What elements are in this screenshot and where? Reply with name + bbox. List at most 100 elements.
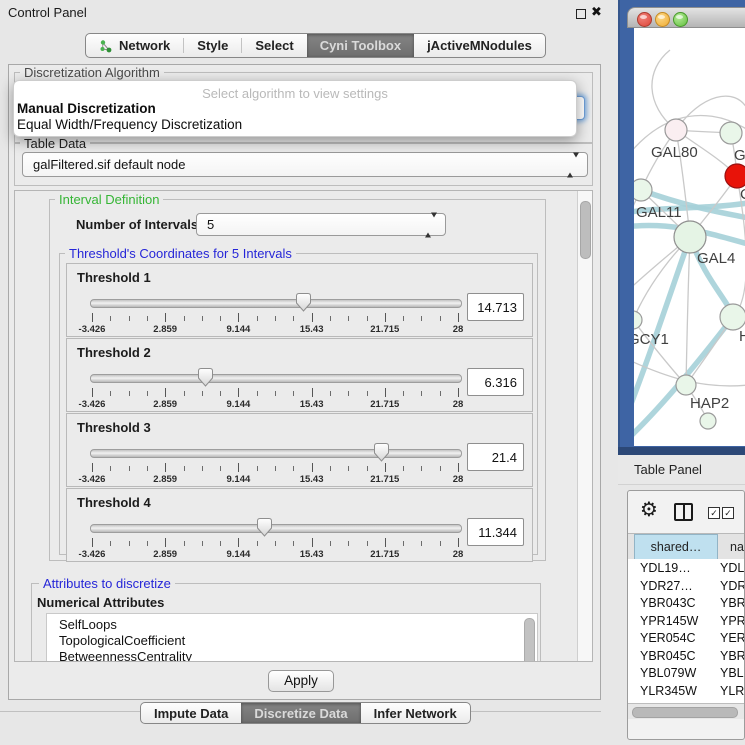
slider-thumb[interactable]: [257, 518, 272, 537]
popup-item-manual-discretization[interactable]: Manual Discretization: [17, 101, 576, 117]
column-header-shared-name[interactable]: shared…: [634, 534, 718, 560]
tab-label: Cyni Toolbox: [320, 38, 401, 53]
slider-track[interactable]: [90, 449, 462, 458]
tick-mark: [421, 466, 422, 471]
slider-track[interactable]: [90, 524, 462, 533]
slider-track[interactable]: [90, 374, 462, 383]
network-node[interactable]: [720, 304, 745, 330]
scrollbar-thumb[interactable]: [580, 201, 591, 259]
vertical-scrollbar[interactable]: [577, 191, 592, 661]
tick-mark: [403, 466, 404, 471]
column-header-name[interactable]: na: [718, 534, 745, 560]
network-node[interactable]: [700, 413, 716, 429]
stepper-icon[interactable]: [425, 217, 437, 232]
tick-mark: [330, 391, 331, 396]
tab-label: Impute Data: [154, 706, 228, 721]
threshold-value-input[interactable]: [467, 443, 524, 471]
close-icon[interactable]: ✖: [591, 4, 602, 20]
slider-thumb[interactable]: [374, 443, 389, 462]
tab-cyni-toolbox[interactable]: Cyni Toolbox: [307, 34, 414, 57]
threshold-slider[interactable]: -3.4262.8599.14415.4321.71528: [90, 444, 460, 484]
popup-item-equal-width-frequency[interactable]: Equal Width/Frequency Discretization: [17, 117, 576, 133]
network-canvas[interactable]: GAL80GACGAL11GAL4GCY1HHAP2: [634, 28, 745, 446]
horizontal-scrollbar[interactable]: [628, 703, 745, 719]
network-edge[interactable]: [686, 237, 690, 385]
tab-style[interactable]: Style: [184, 34, 241, 57]
threshold-slider[interactable]: -3.4262.8599.14415.4321.71528: [90, 369, 460, 409]
tick-mark: [257, 541, 258, 546]
window-minimize-button[interactable]: [655, 12, 670, 27]
tick-mark: [275, 466, 276, 471]
table-row[interactable]: YPR145WYPR1: [628, 612, 745, 630]
bottom-tab-discretize-data[interactable]: Discretize Data: [241, 703, 360, 723]
checkbox-icon[interactable]: ✓: [708, 507, 720, 519]
scrollbar-thumb[interactable]: [632, 707, 738, 718]
cell-name: YER0: [720, 631, 745, 645]
tick-mark: [184, 541, 185, 546]
table-row[interactable]: YBL079WYBL0: [628, 664, 745, 682]
threshold-value-input[interactable]: [467, 368, 524, 396]
network-node[interactable]: [720, 122, 742, 144]
network-node[interactable]: [674, 221, 706, 253]
list-item[interactable]: TopologicalCoefficient: [59, 633, 192, 649]
table-header-row: shared… na: [628, 533, 745, 561]
network-node[interactable]: [634, 311, 642, 329]
tab-select[interactable]: Select: [242, 34, 306, 57]
threshold-value-input[interactable]: [467, 293, 524, 321]
threshold-slider[interactable]: -3.4262.8599.14415.4321.71528: [90, 294, 460, 334]
table-row[interactable]: YER054CYER0: [628, 629, 745, 647]
slider-track[interactable]: [90, 299, 462, 308]
window-close-button[interactable]: [637, 12, 652, 27]
threshold-box: Threshold 1 -3.4262.8599.14415.4321.7152…: [66, 263, 533, 337]
checkbox-icon[interactable]: ✓: [722, 507, 734, 519]
network-node[interactable]: [725, 164, 745, 188]
table-row[interactable]: YDR27…YDR2: [628, 577, 745, 595]
table-row[interactable]: YDL19…YDL1: [628, 559, 745, 577]
bottom-tab-infer-network[interactable]: Infer Network: [361, 703, 470, 723]
table-row[interactable]: YLR345WYLR3: [628, 682, 745, 700]
network-node[interactable]: [676, 375, 696, 395]
tick-mark: [165, 538, 166, 547]
stepper-icon[interactable]: [567, 157, 579, 172]
tab-jactivemnodules[interactable]: jActiveMNodules: [414, 34, 545, 57]
network-node[interactable]: [634, 179, 652, 201]
network-window-titlebar[interactable]: [627, 7, 745, 28]
list-scrollbar[interactable]: [524, 617, 534, 662]
thresholds-group-title: Threshold's Coordinates for 5 Intervals: [65, 246, 296, 261]
threshold-label: Threshold 2: [77, 345, 151, 360]
table-data-select[interactable]: galFiltered.sif default node: [22, 152, 588, 177]
network-icon: [99, 39, 113, 53]
tick-mark: [165, 313, 166, 322]
slider-thumb[interactable]: [296, 293, 311, 312]
network-node[interactable]: [665, 119, 687, 141]
threshold-slider[interactable]: -3.4262.8599.14415.4321.71528: [90, 519, 460, 559]
number-of-intervals-select[interactable]: 5: [196, 213, 446, 236]
slider-thumb[interactable]: [198, 368, 213, 387]
table-row[interactable]: YBR045CYBR0: [628, 647, 745, 665]
list-item[interactable]: BetweennessCentrality: [59, 649, 192, 662]
bottom-tab-impute-data[interactable]: Impute Data: [141, 703, 241, 723]
threshold-value-input[interactable]: [467, 518, 524, 546]
tick-mark: [293, 466, 294, 471]
algorithm-popup: Select algorithm to view settings Manual…: [13, 80, 577, 137]
split-view-icon[interactable]: [674, 503, 693, 521]
attributes-list[interactable]: SelfLoopsTopologicalCoefficientBetweenne…: [46, 613, 538, 662]
tick-mark: [385, 463, 386, 472]
tick-mark: [421, 316, 422, 321]
tick-mark: [129, 316, 130, 321]
gear-icon[interactable]: ⚙: [640, 497, 658, 522]
apply-button[interactable]: Apply: [268, 670, 334, 692]
window-zoom-button[interactable]: [673, 12, 688, 27]
network-edge[interactable]: [652, 50, 676, 130]
tick-label: 15.43: [300, 399, 324, 410]
list-item[interactable]: SelfLoops: [59, 617, 192, 633]
table-row[interactable]: YBR043CYBR0: [628, 594, 745, 612]
tab-network[interactable]: Network: [86, 34, 183, 57]
node-label: GAL80: [651, 144, 698, 161]
tick-mark: [367, 541, 368, 546]
tick-mark: [367, 316, 368, 321]
float-window-icon[interactable]: [576, 9, 586, 19]
scrollbar-thumb[interactable]: [524, 618, 535, 662]
tick-label: 9.144: [227, 399, 251, 410]
tab-label: Style: [197, 38, 228, 53]
